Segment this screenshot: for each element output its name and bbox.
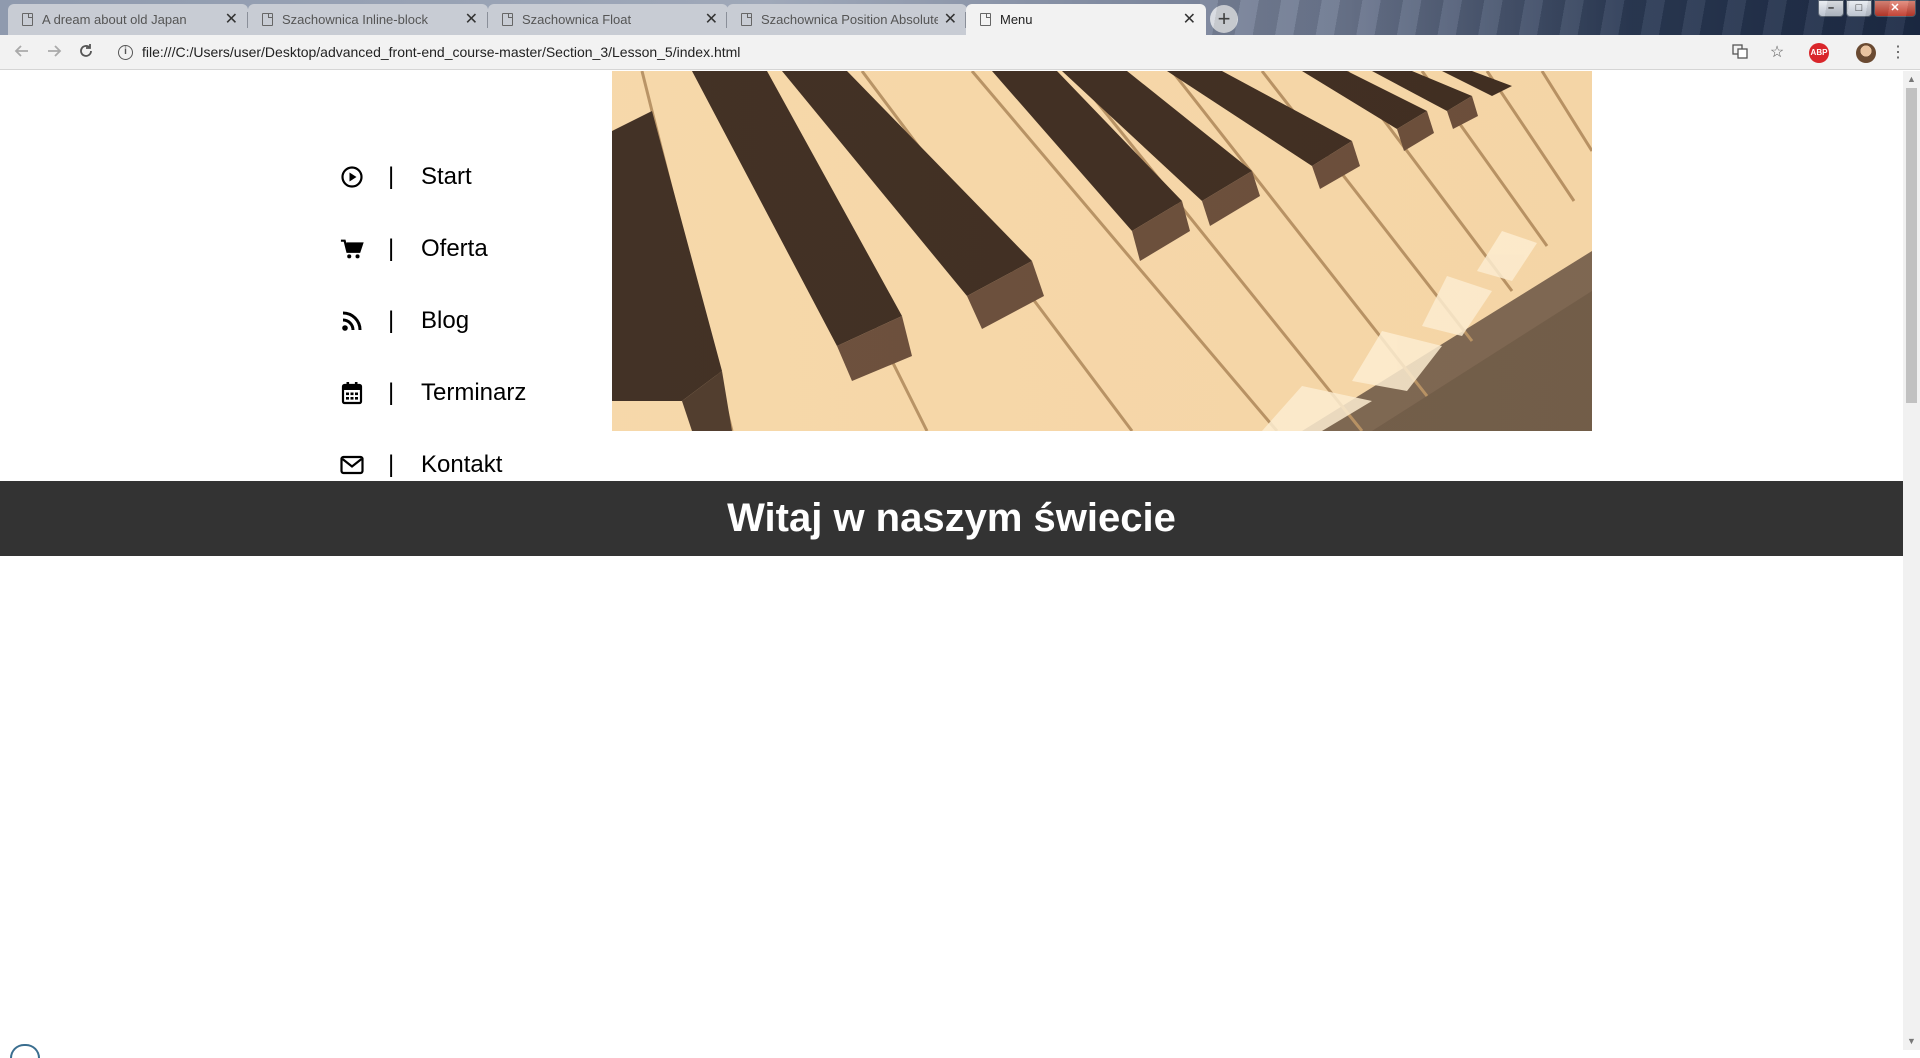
browser-toolbar: i file:///C:/Users/user/Desktop/advanced…: [0, 35, 1920, 70]
tab-szachownica-inline-block[interactable]: Szachownica Inline-block ✕: [247, 4, 488, 35]
menu-item-start[interactable]: | Start: [340, 157, 472, 197]
arrow-left-icon: [14, 45, 28, 57]
close-icon[interactable]: ✕: [1183, 11, 1196, 28]
calendar-icon: [340, 381, 364, 405]
document-icon: [262, 13, 273, 26]
close-icon[interactable]: ✕: [465, 11, 478, 28]
menu-kebab-icon[interactable]: ⋮: [1888, 43, 1908, 63]
envelope-icon: [340, 453, 364, 477]
tab-szachownica-float[interactable]: Szachownica Float ✕: [487, 4, 728, 35]
rss-icon: [340, 309, 364, 333]
scroll-thumb[interactable]: [1906, 88, 1917, 403]
arrow-right-icon: [48, 45, 62, 57]
tab-title: A dream about old Japan: [42, 12, 187, 27]
menu-label[interactable]: Terminarz: [421, 379, 526, 407]
adblock-icon[interactable]: ABP: [1809, 43, 1829, 63]
play-circle-icon: [340, 165, 364, 189]
forward-button[interactable]: [43, 42, 65, 64]
maximize-button[interactable]: □: [1846, 0, 1872, 17]
reload-icon: [80, 44, 92, 57]
piano-keys-image: [612, 71, 1592, 431]
reload-button[interactable]: [75, 42, 97, 64]
menu-item-kontakt[interactable]: | Kontakt: [340, 445, 502, 485]
scroll-down-arrow-icon[interactable]: ▼: [1903, 1033, 1920, 1050]
menu-separator: |: [388, 451, 395, 478]
banner-title: Witaj w naszym świecie: [727, 496, 1176, 540]
browser-chrome: A dream about old Japan ✕ Szachownica In…: [0, 0, 1920, 70]
tab-menu[interactable]: Menu ✕: [965, 4, 1206, 35]
profile-avatar[interactable]: [1856, 43, 1876, 63]
close-icon[interactable]: ✕: [705, 11, 718, 28]
close-icon[interactable]: ✕: [225, 11, 238, 28]
site-info-icon[interactable]: i: [118, 45, 133, 60]
vertical-scrollbar[interactable]: ▲ ▼: [1903, 71, 1920, 1050]
window-close-button[interactable]: ✕: [1874, 0, 1916, 17]
close-icon[interactable]: ✕: [944, 11, 957, 28]
menu-label[interactable]: Start: [421, 163, 472, 191]
menu-label[interactable]: Kontakt: [421, 451, 502, 479]
menu-item-blog[interactable]: | Blog: [340, 301, 469, 341]
minimize-button[interactable]: –: [1818, 0, 1844, 17]
document-icon: [741, 13, 752, 26]
menu-separator: |: [388, 379, 395, 406]
tab-title: Szachownica Position Absolute: [761, 12, 938, 27]
menu-separator: |: [388, 235, 395, 262]
tab-title: Szachownica Inline-block: [282, 12, 428, 27]
document-icon: [980, 13, 991, 26]
menu-label[interactable]: Oferta: [421, 235, 488, 263]
scroll-up-arrow-icon[interactable]: ▲: [1903, 71, 1920, 88]
tab-title: Menu: [1000, 12, 1033, 27]
menu-label[interactable]: Blog: [421, 307, 469, 335]
tab-szachownica-position-absolute[interactable]: Szachownica Position Absolute ✕: [726, 4, 967, 35]
back-button[interactable]: [11, 42, 33, 64]
menu-separator: |: [388, 163, 395, 190]
bookmark-star-icon[interactable]: ☆: [1767, 43, 1787, 63]
document-icon: [502, 13, 513, 26]
menu-separator: |: [388, 307, 395, 334]
menu-item-oferta[interactable]: | Oferta: [340, 229, 488, 269]
document-icon: [22, 13, 33, 26]
welcome-banner: Witaj w naszym świecie: [0, 481, 1903, 556]
address-bar[interactable]: file:///C:/Users/user/Desktop/advanced_f…: [142, 44, 740, 60]
shopping-cart-icon: [340, 237, 364, 261]
tab-strip: A dream about old Japan ✕ Szachownica In…: [0, 0, 1920, 35]
tab-dream-japan[interactable]: A dream about old Japan ✕: [8, 4, 248, 35]
page-viewport: | Start | Oferta | Blog | Terminarz | Ko…: [0, 71, 1903, 1050]
menu-item-terminarz[interactable]: | Terminarz: [340, 373, 526, 413]
translate-icon[interactable]: [1730, 43, 1750, 63]
window-controls: – □ ✕: [1818, 0, 1916, 18]
tab-title: Szachownica Float: [522, 12, 632, 27]
new-tab-button[interactable]: +: [1210, 5, 1238, 33]
